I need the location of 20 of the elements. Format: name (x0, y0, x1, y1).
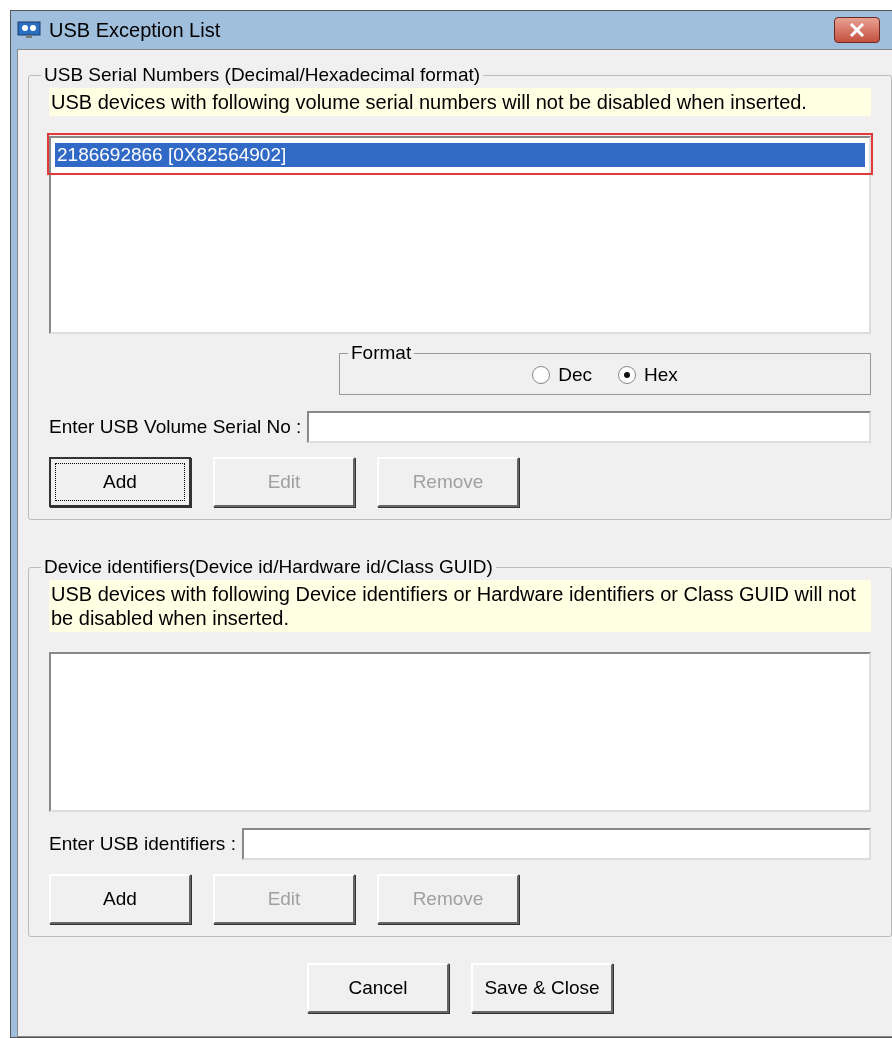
dialog-button[interactable]: Cancel (307, 963, 449, 1013)
radio-option[interactable]: Dec (532, 364, 592, 386)
identifier-input-field[interactable] (241, 828, 871, 860)
close-button[interactable] (834, 17, 880, 43)
info-note: USB devices with following Device identifiers or Hardware identifiers or Class GUID will not be disabled when inserted. (49, 580, 871, 632)
window-title: USB Exception List (49, 18, 222, 42)
add-button[interactable]: Add (49, 457, 191, 507)
group-title: USB Serial Numbers (Decimal/Hexadecimal format) (43, 64, 482, 86)
group-title: Device identifiers(Device id/Hardware id/Class GUID) (43, 556, 494, 578)
usb-device-icon (17, 20, 41, 40)
close-icon (849, 23, 865, 37)
add-button[interactable]: Add (49, 874, 191, 924)
field-label: Enter USB Volume Serial No : (49, 416, 302, 438)
radio-option[interactable]: Hex (618, 364, 678, 386)
format-title: Format (350, 342, 413, 364)
serial-input-field[interactable] (307, 411, 871, 443)
list-item[interactable]: 2186692866 [0X82564902] (55, 143, 865, 167)
field-label: Enter USB identifiers : (49, 833, 236, 855)
info-note: USB devices with following volume serial numbers will not be disabled when inserted. (49, 88, 871, 116)
dialog-button[interactable]: Save & Close (471, 963, 613, 1013)
